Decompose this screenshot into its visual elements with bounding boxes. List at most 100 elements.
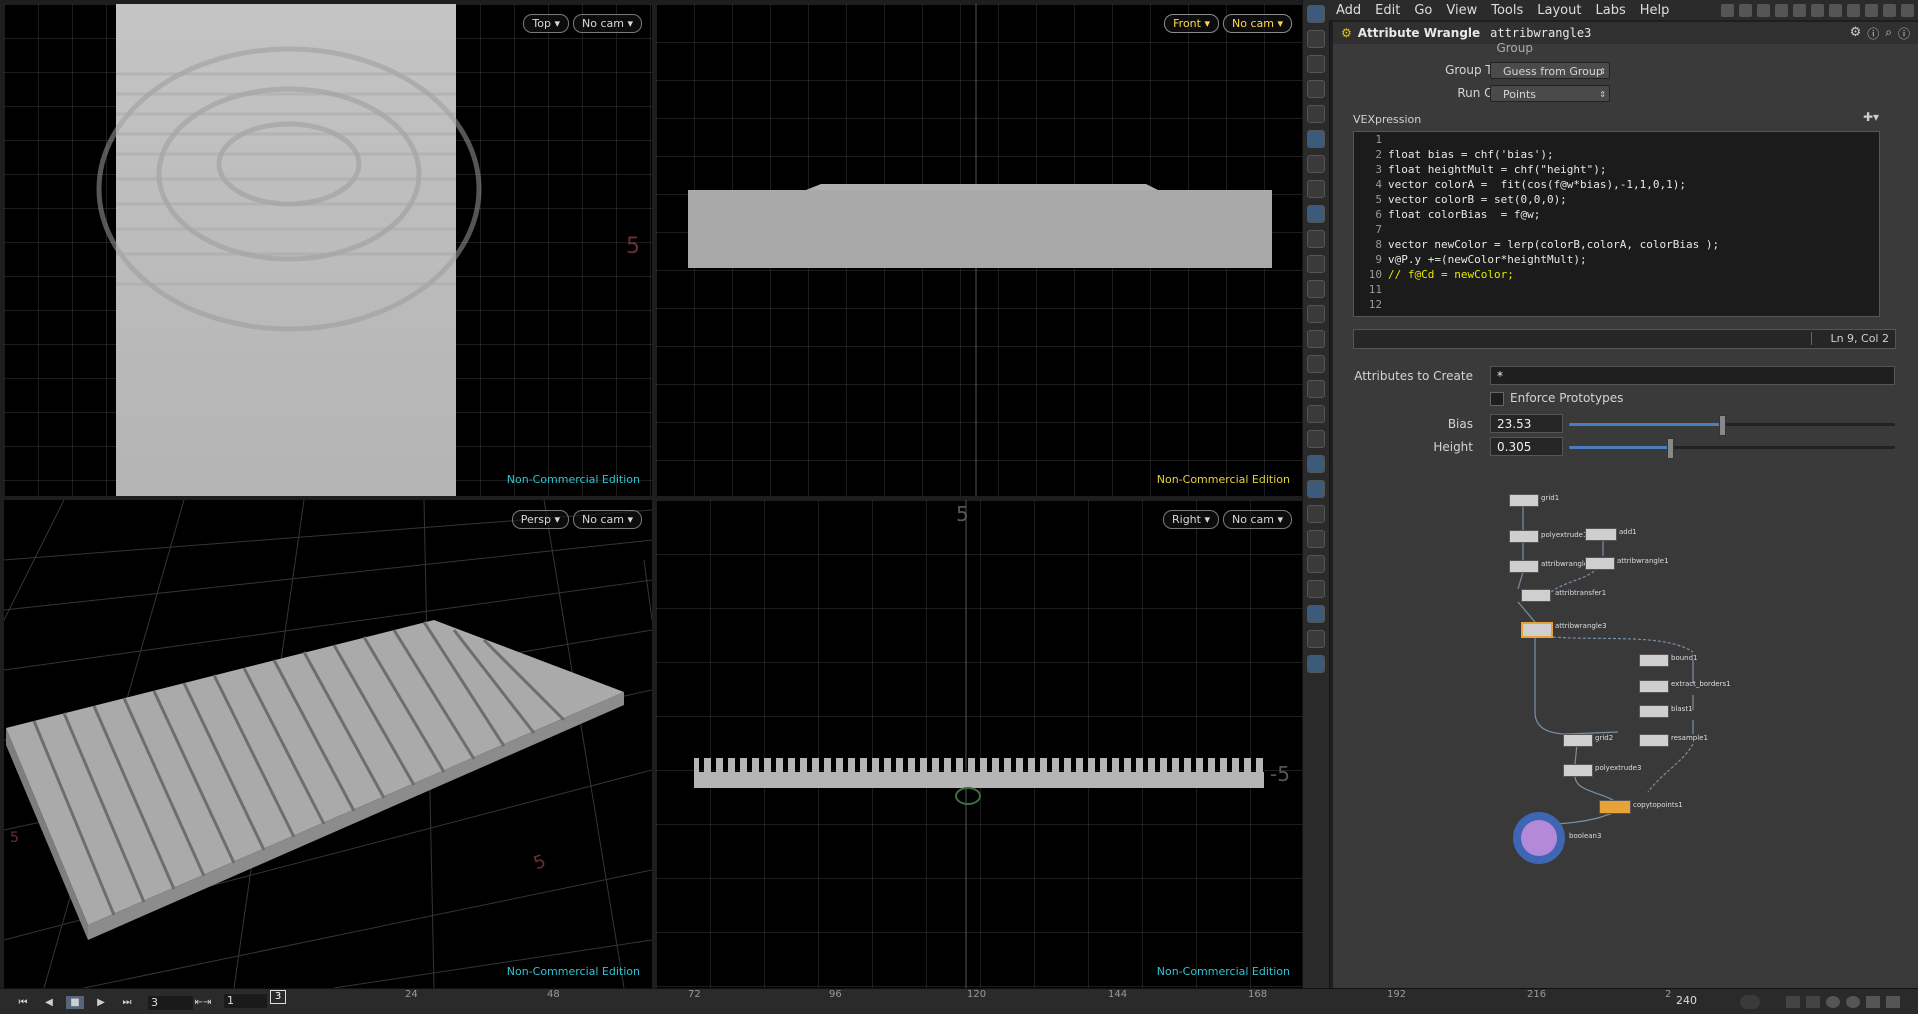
notes-icon[interactable] xyxy=(1829,3,1842,17)
top-cam-menu[interactable]: No cam ▾ xyxy=(573,14,642,33)
gear-icon[interactable]: ⚙ xyxy=(1850,25,1862,42)
statistics-icon[interactable] xyxy=(1307,530,1325,548)
attrs-to-create-field[interactable]: * xyxy=(1490,366,1895,385)
folder-icon[interactable] xyxy=(1865,3,1878,17)
ghost-icon[interactable] xyxy=(1307,205,1325,223)
background-icon[interactable] xyxy=(1307,455,1325,473)
settings-icon[interactable] xyxy=(1866,996,1880,1008)
group-type-dropdown[interactable]: Guess from Group ⇕ xyxy=(1490,62,1610,79)
right-view-menu[interactable]: Right ▾ xyxy=(1163,510,1219,529)
jump-end-icon[interactable]: ⏭ xyxy=(118,996,136,1009)
bias-field[interactable]: 23.53 xyxy=(1490,414,1563,433)
node-extract-borders1[interactable] xyxy=(1639,680,1669,693)
current-frame-marker[interactable]: 3 xyxy=(270,990,286,1004)
node-boolean3[interactable] xyxy=(1521,820,1557,856)
menu-view[interactable]: View xyxy=(1439,3,1484,18)
menu-add[interactable]: Add xyxy=(1329,3,1368,18)
node-polyextrude1[interactable] xyxy=(1509,530,1539,543)
safe-area-icon[interactable] xyxy=(1307,480,1325,498)
right-cam-menu[interactable]: No cam ▾ xyxy=(1223,510,1292,529)
persp-view-menu[interactable]: Persp ▾ xyxy=(511,510,569,529)
menu-edit[interactable]: Edit xyxy=(1368,3,1407,18)
node-name-field[interactable]: attribwrangle3 xyxy=(1490,26,1591,40)
keys-icon[interactable] xyxy=(1740,995,1760,1009)
node-add1[interactable] xyxy=(1585,528,1617,541)
edit-icon[interactable] xyxy=(1847,3,1860,17)
play-reverse-icon[interactable]: ◀ xyxy=(40,996,58,1009)
stop-icon[interactable]: ■ xyxy=(66,996,84,1009)
lock-icon[interactable] xyxy=(1307,55,1325,73)
play-icon[interactable]: ▶ xyxy=(92,996,110,1009)
ortho-grid-icon[interactable] xyxy=(1307,430,1325,448)
point-numbers-icon[interactable] xyxy=(1307,355,1325,373)
step-icon[interactable]: ⇤⇥ xyxy=(194,996,212,1009)
info-icon[interactable]: ⓘ xyxy=(1898,25,1910,42)
bias-slider-handle[interactable] xyxy=(1719,415,1727,436)
help-icon[interactable]: ⓘ xyxy=(1867,25,1879,42)
bias-slider[interactable] xyxy=(1569,415,1895,436)
front-view-menu[interactable]: Front ▾ xyxy=(1164,14,1219,33)
realtime-icon[interactable] xyxy=(1786,996,1800,1008)
zoom-icon[interactable] xyxy=(1826,996,1840,1008)
top-view-menu[interactable]: Top ▾ xyxy=(523,14,569,33)
layout-icon[interactable] xyxy=(1307,605,1325,623)
viewport-front[interactable]: Front ▾ No cam ▾ Non-Commercial Edition xyxy=(656,4,1302,496)
enforce-prototypes-checkbox[interactable] xyxy=(1490,392,1504,406)
palette-icon[interactable] xyxy=(1793,3,1806,17)
frame-field[interactable]: 3 xyxy=(148,996,193,1010)
audio-icon[interactable] xyxy=(1806,996,1820,1008)
menu-labs[interactable]: Labs xyxy=(1588,3,1632,18)
tree-icon[interactable] xyxy=(1811,3,1824,17)
node-resample1[interactable] xyxy=(1639,734,1669,747)
hull-icon[interactable] xyxy=(1307,380,1325,398)
shading-icon[interactable] xyxy=(1307,105,1325,123)
height-slider[interactable] xyxy=(1569,438,1895,459)
front-cam-menu[interactable]: No cam ▾ xyxy=(1223,14,1292,33)
node-grid1[interactable] xyxy=(1509,494,1539,507)
run-over-dropdown[interactable]: Points ⇕ xyxy=(1490,85,1610,102)
window-icon[interactable] xyxy=(1901,3,1914,17)
group-list-icon[interactable] xyxy=(1307,505,1325,523)
handle-icon[interactable] xyxy=(1307,630,1325,648)
network-editor[interactable]: grid1 polyextrude1 add1 attribwrangle2 a… xyxy=(1333,462,1918,988)
display-options-icon[interactable] xyxy=(1307,30,1325,48)
end-frame-field[interactable]: 240 xyxy=(1676,994,1716,1008)
viewport-top[interactable]: 5 Top ▾ No cam ▾ Non-Commercial Edition xyxy=(4,4,652,496)
search-params-icon[interactable]: ⌕ xyxy=(1885,25,1892,42)
point-display-icon[interactable] xyxy=(1307,280,1325,298)
light-icon[interactable] xyxy=(1307,155,1325,173)
node-copytopoints1[interactable] xyxy=(1599,800,1631,814)
render-icon[interactable] xyxy=(1307,580,1325,598)
node-attribwrangle1[interactable] xyxy=(1585,557,1615,570)
flashlight-icon[interactable] xyxy=(1307,180,1325,198)
refresh-icon[interactable] xyxy=(1846,996,1860,1008)
viewport-right[interactable]: 5 -5 Right ▾ No cam ▾ Non-Commercial Edi… xyxy=(656,500,1302,988)
menu-layout[interactable]: Layout xyxy=(1530,3,1588,18)
menu-tools[interactable]: Tools xyxy=(1484,3,1530,18)
node-grid2[interactable] xyxy=(1563,734,1593,747)
camera-icon[interactable] xyxy=(1307,130,1325,148)
viewport-persp[interactable]: 5 5 Persp ▾ No cam ▾ Non-Commercial Edit… xyxy=(4,500,652,988)
node-bound1[interactable] xyxy=(1639,654,1669,667)
height-field[interactable]: 0.305 xyxy=(1490,437,1563,456)
select-tool-icon[interactable] xyxy=(1307,5,1325,23)
node-attribwrangle2[interactable] xyxy=(1509,560,1539,573)
node-attribtransfer1[interactable] xyxy=(1521,589,1551,602)
template-icon[interactable] xyxy=(1307,230,1325,248)
snap-icon[interactable] xyxy=(1307,555,1325,573)
grid-view-icon[interactable] xyxy=(1775,3,1788,17)
persp-cam-menu[interactable]: No cam ▾ xyxy=(573,510,642,529)
expand-icon[interactable] xyxy=(1886,996,1900,1008)
node-polyextrude3[interactable] xyxy=(1563,764,1593,777)
timeline-ruler[interactable]: 3 24 48 72 96 120 144 168 192 216 2 xyxy=(270,989,1671,1014)
vex-preset-icon[interactable]: ✚▾ xyxy=(1863,110,1879,124)
vex-code-editor[interactable]: 1 2 float bias = chf('bias'); 3 float heig… xyxy=(1353,131,1880,317)
list-icon[interactable] xyxy=(1739,3,1752,17)
jump-start-icon[interactable]: ⏮ xyxy=(14,996,32,1009)
vector-display-icon[interactable] xyxy=(1307,330,1325,348)
location-pin-icon[interactable] xyxy=(1307,655,1325,673)
snapshot-icon[interactable] xyxy=(1307,80,1325,98)
node-blast1[interactable] xyxy=(1639,705,1669,718)
panel-icon[interactable] xyxy=(1757,3,1770,17)
normal-display-icon[interactable] xyxy=(1307,305,1325,323)
